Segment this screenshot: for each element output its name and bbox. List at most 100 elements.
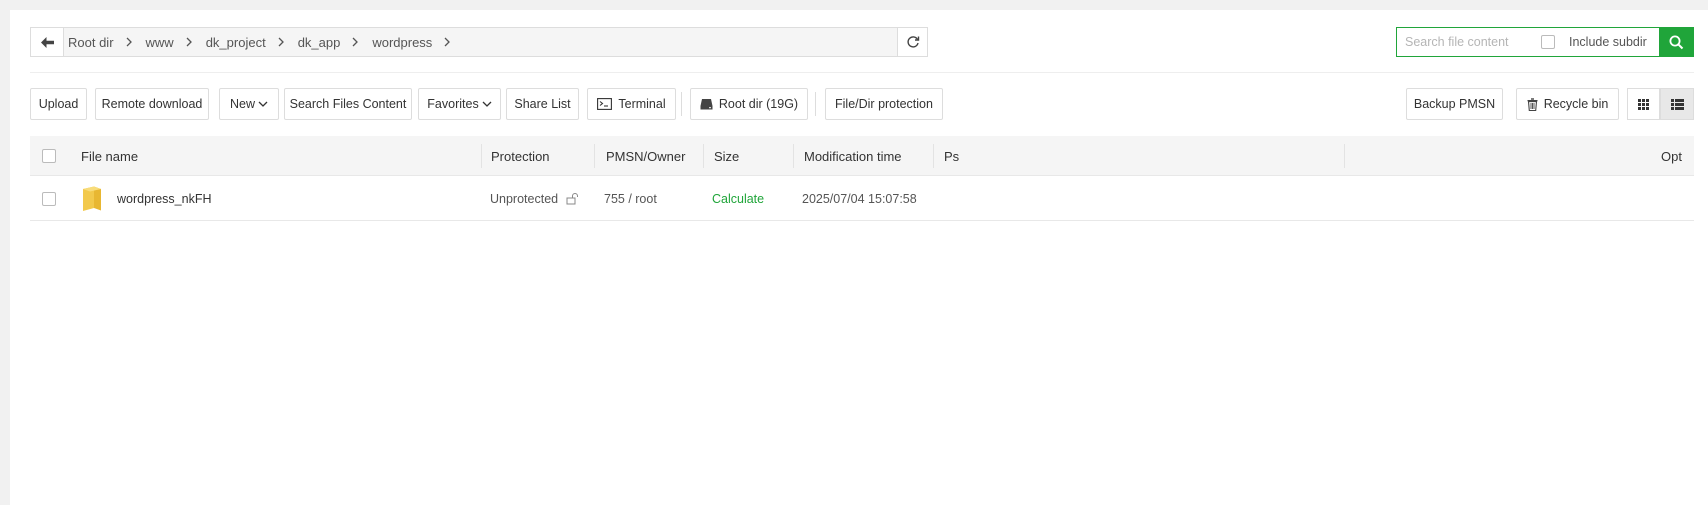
remote-download-label: Remote download bbox=[101, 97, 203, 111]
breadcrumb-label: Root dir bbox=[68, 34, 114, 50]
column-modification-time-label: Modification time bbox=[804, 148, 902, 164]
search-button[interactable] bbox=[1659, 28, 1693, 56]
table-row[interactable]: wordpress_nkFH Unprotected 755 / root Ca… bbox=[30, 176, 1694, 221]
row-select-cell bbox=[42, 176, 56, 221]
column-modification-time[interactable]: Modification time bbox=[804, 136, 902, 176]
pmsn-owner-value: 755 / root bbox=[604, 191, 657, 206]
root-dir-label: Root dir (19G) bbox=[718, 97, 799, 111]
select-all-cell bbox=[42, 136, 56, 176]
grid-view-icon bbox=[1638, 98, 1649, 110]
column-separator bbox=[933, 144, 934, 168]
file-name-label: wordpress_nkFH bbox=[117, 191, 212, 206]
favorites-label: Favorites bbox=[427, 97, 479, 111]
size-value: Calculate bbox=[712, 191, 765, 206]
include-subdir-checkbox[interactable] bbox=[1541, 35, 1555, 49]
grid-view-button[interactable] bbox=[1627, 88, 1660, 120]
refresh-button[interactable] bbox=[897, 28, 927, 56]
search-files-content-label: Search Files Content bbox=[289, 97, 407, 111]
file-dir-protection-button[interactable]: File/Dir protection bbox=[825, 88, 943, 120]
chevron-down-icon bbox=[482, 101, 492, 107]
upload-label: Upload bbox=[38, 97, 79, 111]
divider bbox=[30, 72, 1694, 73]
new-label: New bbox=[229, 97, 255, 111]
protection-cell[interactable]: Unprotected bbox=[490, 176, 579, 221]
file-name[interactable]: wordpress_nkFH bbox=[117, 176, 211, 221]
column-protection: Protection bbox=[491, 136, 550, 176]
column-file-name[interactable]: File name bbox=[81, 136, 138, 176]
backup-pmsn-label: Backup PMSN bbox=[1413, 97, 1496, 111]
disk-icon bbox=[700, 99, 713, 110]
search-files-content-button[interactable]: Search Files Content bbox=[284, 88, 412, 120]
breadcrumb: Root dir www dk_project dk_app wordpress bbox=[64, 28, 897, 56]
refresh-icon bbox=[906, 36, 919, 48]
breadcrumb-label: www bbox=[145, 34, 174, 50]
content-search: Include subdir bbox=[1396, 27, 1694, 57]
root-dir-button[interactable]: Root dir (19G) bbox=[690, 88, 808, 120]
search-input[interactable] bbox=[1397, 28, 1537, 56]
backup-pmsn-button[interactable]: Backup PMSN bbox=[1406, 88, 1503, 120]
row-checkbox[interactable] bbox=[42, 191, 56, 206]
calculate-size-link[interactable]: Calculate bbox=[712, 176, 764, 221]
recycle-bin-button[interactable]: Recycle bin bbox=[1516, 88, 1619, 120]
toolbar-separator bbox=[681, 92, 682, 116]
upload-button[interactable]: Upload bbox=[30, 88, 87, 120]
include-subdir-label: Include subdir bbox=[1569, 35, 1647, 49]
column-protection-label: Protection bbox=[491, 148, 550, 164]
share-list-label: Share List bbox=[514, 97, 571, 111]
pmsn-owner-cell[interactable]: 755 / root bbox=[604, 176, 657, 221]
chevron-right-icon bbox=[444, 37, 451, 47]
new-button[interactable]: New bbox=[219, 88, 279, 120]
modification-time-value: 2025/07/04 15:07:58 bbox=[802, 191, 917, 206]
path-bar: Root dir www dk_project dk_app wordpress bbox=[30, 27, 928, 57]
select-all-checkbox[interactable] bbox=[42, 149, 56, 163]
chevron-right-icon bbox=[126, 37, 132, 47]
list-view-button[interactable] bbox=[1660, 88, 1694, 120]
column-separator bbox=[481, 144, 482, 168]
file-dir-protection-label: File/Dir protection bbox=[835, 97, 933, 111]
chevron-right-icon bbox=[278, 37, 284, 47]
column-separator bbox=[594, 144, 595, 168]
chevron-down-icon bbox=[258, 101, 268, 107]
breadcrumb-item[interactable]: wordpress bbox=[372, 34, 451, 50]
remote-download-button[interactable]: Remote download bbox=[95, 88, 209, 120]
file-table-header: File name Protection PMSN/Owner Size Mod… bbox=[30, 136, 1694, 176]
arrow-left-icon bbox=[40, 36, 54, 48]
back-button[interactable] bbox=[31, 28, 64, 56]
breadcrumb-item[interactable]: dk_app bbox=[298, 35, 359, 50]
terminal-icon bbox=[597, 98, 613, 110]
column-file-name-label: File name bbox=[81, 148, 139, 164]
breadcrumb-item[interactable]: www bbox=[146, 35, 192, 50]
column-pmsn-owner-label: PMSN/Owner bbox=[606, 148, 686, 164]
breadcrumb-label: dk_app bbox=[297, 34, 341, 50]
trash-icon bbox=[1527, 97, 1538, 111]
search-icon bbox=[1669, 35, 1683, 49]
chevron-right-icon bbox=[352, 37, 359, 47]
column-separator bbox=[703, 144, 704, 168]
breadcrumb-item[interactable]: Root dir bbox=[68, 35, 132, 50]
unlock-icon bbox=[566, 192, 579, 204]
column-opt: Opt bbox=[1661, 136, 1682, 176]
column-opt-label: Opt bbox=[1661, 148, 1682, 164]
column-size[interactable]: Size bbox=[714, 136, 739, 176]
breadcrumb-label: wordpress bbox=[372, 34, 433, 50]
column-pmsn-owner: PMSN/Owner bbox=[606, 136, 685, 176]
column-separator bbox=[793, 144, 794, 168]
breadcrumb-item[interactable]: dk_project bbox=[206, 35, 284, 50]
chevron-right-icon bbox=[186, 37, 192, 47]
favorites-button[interactable]: Favorites bbox=[418, 88, 501, 120]
toolbar-separator bbox=[815, 92, 816, 116]
protection-status: Unprotected bbox=[490, 191, 559, 206]
modification-time-cell: 2025/07/04 15:07:58 bbox=[802, 176, 917, 221]
list-view-icon bbox=[1670, 98, 1684, 110]
recycle-bin-label: Recycle bin bbox=[1543, 97, 1609, 111]
file-manager-panel bbox=[10, 10, 1708, 505]
column-ps: Ps bbox=[944, 136, 959, 176]
breadcrumb-label: dk_project bbox=[205, 34, 266, 50]
column-separator bbox=[1344, 144, 1345, 168]
terminal-button[interactable]: Terminal bbox=[587, 88, 676, 120]
folder-icon[interactable] bbox=[82, 176, 102, 221]
share-list-button[interactable]: Share List bbox=[506, 88, 579, 120]
include-subdir-toggle[interactable]: Include subdir bbox=[1541, 28, 1647, 56]
column-ps-label: Ps bbox=[944, 148, 960, 164]
terminal-label: Terminal bbox=[618, 97, 666, 111]
